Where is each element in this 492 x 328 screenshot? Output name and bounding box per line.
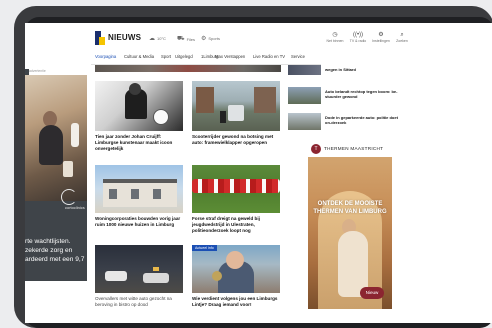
site-logo-text[interactable]: NIEUWS <box>108 33 141 42</box>
thermen-logo-icon: T <box>311 144 321 154</box>
ad-text: rte wachtlijsten. zekerde zorg en ardeer… <box>25 238 85 263</box>
news-card[interactable]: Actueel info Wie verdient volgens jou ee… <box>192 245 280 315</box>
ad-brand: THERMEN MAASTRICHT <box>324 146 384 151</box>
news-card[interactable]: Tien jaar zonder Johan Cruijff: Limburgs… <box>95 81 183 159</box>
list-item-title: wegen in Sittard <box>325 67 356 72</box>
search-label: Zoeken <box>396 39 408 43</box>
news-card-image <box>192 245 280 293</box>
news-card-image <box>192 165 280 213</box>
ad-slogan: ONTDEK DE MOOISTE THERMEN VAN LIMBURG <box>313 201 387 215</box>
car-icon: ⛟ <box>177 36 185 42</box>
news-card-title: Wie verdient volgens jou een Limburgs Li… <box>192 296 278 307</box>
weather-widget[interactable]: ☁ 10°C <box>149 35 166 42</box>
ad-brand: cortoclinics <box>65 205 85 210</box>
tv-radio-label: TV & radio <box>349 39 367 43</box>
news-card-title: Woningcorporaties bouwden vorig jaar rui… <box>95 216 181 227</box>
train-icon: ⚙ <box>201 36 207 42</box>
nav-item-service[interactable]: Service <box>291 54 305 59</box>
news-card-image <box>95 81 183 131</box>
weather-value: 10°C <box>157 36 166 41</box>
browser-screen: NIEUWS ☁ 10°C ⛟ Files ⚙ Sports ◷ Net bin… <box>25 23 492 323</box>
news-card[interactable]: Overvallers met witte auto gezocht na be… <box>95 245 183 315</box>
site-logo-icon[interactable] <box>95 31 105 45</box>
news-card[interactable]: Scooterrijder gewond na botsing met auto… <box>192 81 280 159</box>
list-item-thumb <box>288 113 321 130</box>
news-card-title: Overvallers met witte auto gezocht na be… <box>95 296 172 307</box>
list-item-thumb <box>288 87 321 104</box>
site-header: NIEUWS ☁ 10°C ⛟ Files ⚙ Sports ◷ Net bin… <box>25 23 492 53</box>
settings-button[interactable]: ⚙ Instellingen <box>370 31 392 43</box>
sports-widget[interactable]: ⚙ Sports <box>201 35 220 42</box>
net-binnen-button[interactable]: ◷ Net binnen <box>324 31 346 43</box>
news-card[interactable]: Woningcorporaties bouwden vorig jaar rui… <box>95 165 183 235</box>
gear-icon: ⚙ <box>378 32 384 38</box>
clinic-logo-icon <box>61 189 77 205</box>
sports-value: Sports <box>208 36 220 41</box>
broadcast-icon: ((•)) <box>352 32 364 38</box>
nav-item-max-verstappen[interactable]: Max Verstappen <box>215 54 245 59</box>
list-item-title: Dode in geparkeerde auto: politie doet o… <box>325 115 398 126</box>
ad-cta-button[interactable]: Nieuw <box>360 287 384 299</box>
nav-item-uitgelegd[interactable]: Uitgelegd <box>175 54 193 59</box>
news-card-title: Scooterrijder gewond na botsing met auto… <box>192 134 274 145</box>
clock-icon: ◷ <box>332 32 338 38</box>
nav-item-live-radio-tv[interactable]: Live Radio en TV <box>253 54 285 59</box>
list-item-title: Auto belandt rechtop tegen boom: be-stuu… <box>325 89 398 100</box>
right-advertisement[interactable]: T THERMEN MAASTRICHT ONTDEK DE MOOISTE T… <box>308 141 392 309</box>
nav-item-cultuur-media[interactable]: Cultuur & Media <box>124 54 154 59</box>
list-item-thumb <box>288 65 321 75</box>
cloud-sun-icon: ☁ <box>149 36 155 42</box>
nav-item-voorpagina[interactable]: Voorpagina <box>95 54 116 59</box>
tv-radio-button[interactable]: ((•)) TV & radio <box>347 31 369 43</box>
news-card-image <box>95 165 183 213</box>
news-card-image <box>192 81 280 131</box>
nav-item-sport[interactable]: Sport <box>161 54 171 59</box>
news-card[interactable]: Forse straf dreigt na geweld bij jeugdwe… <box>192 165 280 235</box>
news-card-image <box>95 245 183 293</box>
news-card-title: Tien jaar zonder Johan Cruijff: Limburgs… <box>95 134 173 151</box>
left-advertisement[interactable]: advertentie cortoclinics rte wachtlijste… <box>25 69 87 281</box>
card-badge: Actueel info <box>192 245 217 251</box>
net-binnen-label: Net binnen <box>326 39 344 43</box>
traffic-widget[interactable]: ⛟ Files <box>177 35 195 43</box>
hero-image-strip[interactable] <box>95 65 281 72</box>
news-card-title: Forse straf dreigt na geweld bij jeugdwe… <box>192 216 260 233</box>
ad-header: T THERMEN MAASTRICHT <box>308 143 392 155</box>
traffic-value: Files <box>186 36 196 42</box>
search-button[interactable]: ⌕ Zoeken <box>391 31 413 43</box>
ad-photo <box>25 75 87 201</box>
main-nav: Voorpagina Cultuur & Media Sport Uitgele… <box>25 53 492 63</box>
settings-label: Instellingen <box>372 39 390 43</box>
search-icon: ⌕ <box>400 32 404 38</box>
